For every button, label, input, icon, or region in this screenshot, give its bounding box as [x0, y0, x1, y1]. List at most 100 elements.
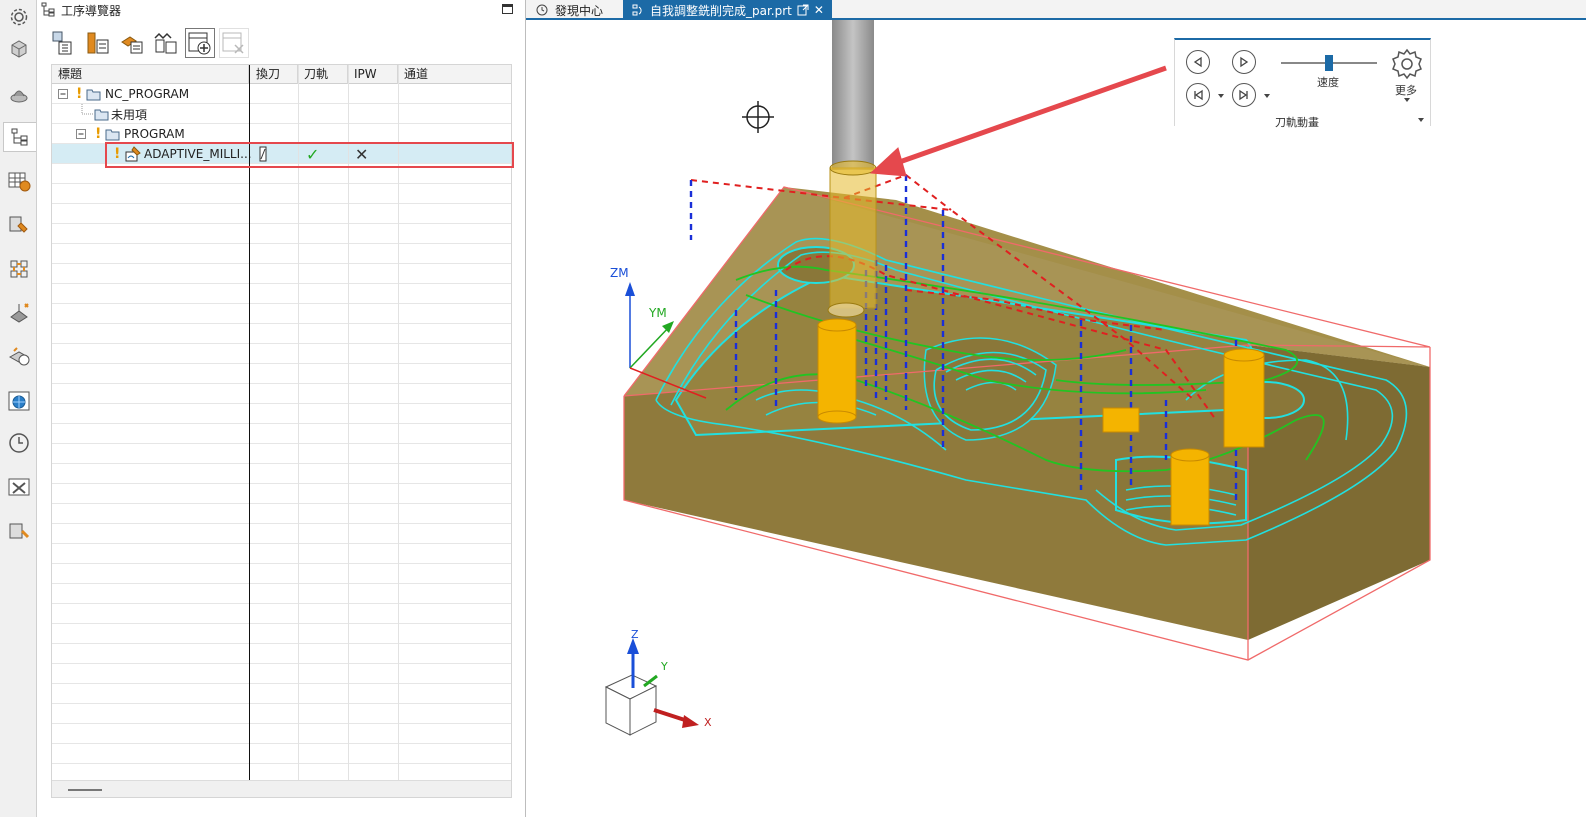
- empty-row: [52, 684, 511, 704]
- gear-icon: [1392, 48, 1422, 80]
- operation-table: 標題 換刀 刀軌 IPW 通道 ! NC_PROGRAM 未用項 ! PROGR…: [51, 64, 512, 798]
- column-header-ipw[interactable]: IPW: [348, 65, 398, 84]
- empty-row: [52, 744, 511, 764]
- create-operation-button[interactable]: [185, 28, 215, 58]
- part-navigator-icon[interactable]: [4, 80, 34, 110]
- go-to-end-button[interactable]: [1232, 83, 1256, 107]
- tab-bar: 發現中心 自我調整銑削完成_par.prt ✕: [526, 0, 1586, 20]
- name-column-divider[interactable]: [249, 65, 250, 781]
- empty-row: [52, 644, 511, 664]
- annotation-arrow: [869, 65, 1167, 177]
- empty-row: [52, 304, 511, 324]
- speed-slider-thumb[interactable]: [1325, 55, 1333, 71]
- tab-discovery-center[interactable]: 發現中心: [528, 0, 611, 20]
- speed-label: 速度: [1317, 76, 1339, 89]
- empty-row: [52, 384, 511, 404]
- settings-icon[interactable]: [4, 2, 34, 32]
- step-backward-button[interactable]: [1186, 50, 1210, 74]
- discovery-icon: [536, 4, 548, 16]
- web-browser-icon[interactable]: [4, 386, 34, 416]
- program-folder-icon: [86, 84, 101, 104]
- viewport-3d[interactable]: ZM YM Z Y X: [526, 20, 1586, 817]
- history-clock-icon[interactable]: [4, 428, 34, 458]
- triad-label-x: X: [704, 716, 712, 729]
- empty-row: [52, 604, 511, 624]
- tab-part-file[interactable]: 自我調整銑削完成_par.prt ✕: [623, 0, 832, 20]
- folder-icon: [94, 104, 109, 124]
- table-row-selected[interactable]: ! ADAPTIVE_MILLI... ✓ ✕: [52, 144, 511, 164]
- row-label: NC_PROGRAM: [105, 87, 190, 101]
- go-to-start-button[interactable]: [1186, 83, 1210, 107]
- ipw-status-cross-icon: ✕: [355, 144, 369, 164]
- machine-tool-view-button[interactable]: [83, 28, 113, 58]
- speed-slider[interactable]: [1281, 55, 1377, 71]
- crosshair-cursor-icon: [742, 101, 774, 133]
- machining-method-view-button[interactable]: [151, 28, 181, 58]
- navigator-toolbar: [49, 28, 249, 60]
- toolpath-status-check-icon: ✓: [306, 144, 320, 164]
- tool-cutter-top: [829, 160, 877, 176]
- tab-label: 發現中心: [555, 3, 604, 18]
- table-row[interactable]: ! PROGRAM: [52, 124, 511, 144]
- assembly-navigator-icon[interactable]: [4, 34, 34, 64]
- horizontal-scrollbar[interactable]: [52, 780, 511, 797]
- row-label: 未用項: [111, 107, 148, 122]
- axis-label-ym: YM: [648, 306, 667, 320]
- empty-row: [52, 484, 511, 504]
- empty-row: [52, 564, 511, 584]
- collapse-icon[interactable]: [58, 84, 68, 104]
- view-triad[interactable]: [604, 638, 699, 736]
- column-divider: [348, 65, 349, 797]
- part-check-icon[interactable]: [4, 342, 34, 372]
- close-icon[interactable]: ✕: [814, 3, 824, 17]
- adaptive-milling-operation-icon: [125, 144, 141, 164]
- empty-row: [52, 624, 511, 644]
- machining-method-icon[interactable]: [4, 210, 34, 240]
- table-row[interactable]: 未用項: [52, 104, 511, 124]
- warning-mark-icon: !: [114, 146, 121, 162]
- program-order-view-button[interactable]: [49, 28, 79, 58]
- delete-operation-button[interactable]: [219, 28, 249, 58]
- collapse-icon[interactable]: [76, 124, 86, 144]
- chevron-down-icon[interactable]: [1264, 94, 1270, 98]
- column-header-path[interactable]: 通道: [398, 65, 511, 84]
- tool-change-icon: [258, 144, 268, 164]
- column-header-name[interactable]: 標題: [52, 65, 249, 84]
- navigator-header: 工序導覽器: [41, 1, 121, 19]
- toolpath-animation-panel: 速度 更多 刀軌動畫: [1174, 38, 1431, 129]
- table-body: ! NC_PROGRAM 未用項 ! PROGRAM ! ADAPTIVE_MI…: [52, 84, 511, 784]
- empty-row: [52, 664, 511, 684]
- empty-row: [52, 324, 511, 344]
- chevron-down-icon[interactable]: [1218, 94, 1224, 98]
- more-options-button[interactable]: 更多: [1387, 44, 1427, 108]
- table-row[interactable]: ! NC_PROGRAM: [52, 84, 511, 104]
- operation-navigator-icon[interactable]: [3, 122, 36, 152]
- empty-row: [52, 364, 511, 384]
- axis-label-zm: ZM: [610, 266, 629, 280]
- geometry-view-button[interactable]: [117, 28, 147, 58]
- panel-expand-chevron-icon[interactable]: [1418, 118, 1424, 122]
- feature-navigator-icon[interactable]: [4, 254, 34, 284]
- scrollbar-thumb[interactable]: [68, 789, 102, 791]
- navigator-title: 工序導覽器: [61, 3, 122, 18]
- machine-tool-navigator-icon[interactable]: [4, 166, 34, 196]
- play-forward-button[interactable]: [1232, 50, 1256, 74]
- triad-label-y: Y: [660, 660, 668, 673]
- column-header-toolpath[interactable]: 刀軌: [298, 65, 348, 84]
- empty-row: [52, 224, 511, 244]
- empty-row: [52, 524, 511, 544]
- group-label: 刀軌動畫: [1275, 116, 1319, 129]
- machine-builder-icon[interactable]: [4, 516, 34, 546]
- tool-cutter: [829, 167, 877, 309]
- empty-row: [52, 704, 511, 724]
- feature-tool-icon[interactable]: [4, 298, 34, 328]
- column-header-tool-change[interactable]: 換刀: [250, 65, 298, 84]
- warning-mark-icon: !: [95, 126, 102, 142]
- program-folder-icon: [105, 124, 120, 144]
- process-studio-icon[interactable]: [4, 472, 34, 502]
- undock-icon[interactable]: [797, 4, 809, 16]
- empty-row: [52, 504, 511, 524]
- graphics-window: 發現中心 自我調整銑削完成_par.prt ✕ ZM YM Z Y X 速度 更…: [526, 0, 1586, 817]
- empty-row: [52, 284, 511, 304]
- maximize-icon[interactable]: [502, 4, 513, 14]
